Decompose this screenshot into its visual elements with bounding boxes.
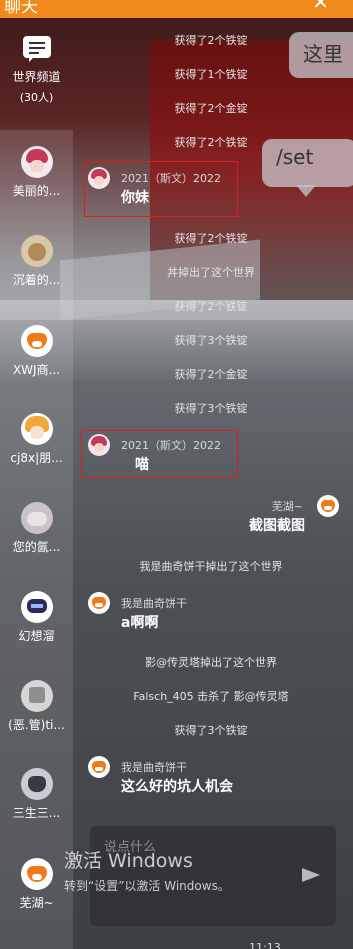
message-username: 芜湖~	[271, 500, 303, 513]
avatar	[88, 434, 110, 456]
system-message: 获得了2个铁锭	[174, 300, 248, 313]
system-message: 获得了1个铁锭	[174, 68, 248, 81]
channel-name: XWJ商...	[12, 363, 61, 377]
system-message: 获得了2个铁锭	[174, 136, 248, 149]
system-message: 获得了2个金锭	[174, 102, 248, 115]
channel-name: (恶.管)ti...	[8, 718, 65, 732]
header-bar: 聊天 ✕	[0, 0, 353, 18]
page-title: 聊天	[4, 0, 38, 17]
system-message: 丼掉出了这个世界	[167, 266, 255, 279]
channel-name: 三生三...	[12, 806, 61, 820]
channel-name: 芜湖~	[19, 896, 54, 910]
system-message: Falsch_405 击杀了 影@传灵塔	[133, 690, 289, 703]
avatar	[88, 592, 110, 614]
avatar	[88, 756, 110, 778]
channel-item[interactable]: XWJ商...	[0, 325, 73, 378]
channel-item[interactable]: 芜湖~	[0, 858, 73, 911]
send-icon[interactable]	[302, 868, 320, 882]
avatar	[20, 768, 53, 800]
message-text: 这么好的坑人机会	[121, 779, 233, 795]
clock: 11:13	[249, 941, 281, 949]
channel-name: cj8x|朋...	[10, 451, 63, 465]
avatar	[20, 235, 53, 267]
message-text: 喵	[135, 457, 149, 473]
close-icon[interactable]: ✕	[312, 0, 329, 14]
avatar	[20, 325, 53, 357]
system-message: 获得了2个铁锭	[174, 232, 248, 245]
system-message: 影@传灵塔掉出了这个世界	[145, 656, 277, 669]
channel-name: 世界频道	[12, 70, 61, 84]
watermark-subtitle: 转到“设置”以激活 Windows。	[64, 879, 230, 893]
system-message: 我是曲奇饼干掉出了这个世界	[139, 560, 283, 573]
message-username: 我是曲奇饼干	[121, 597, 187, 610]
channel-item[interactable]: cj8x|朋...	[0, 413, 73, 466]
system-message: 获得了3个铁锭	[174, 334, 248, 347]
system-message: 获得了3个铁锭	[174, 724, 248, 737]
message-username: 2021（斯文）2022	[121, 439, 221, 452]
channel-sidebar: 世界频道 (30人) 美丽的... 沉着的... XWJ商... cj8x|朋.…	[0, 18, 73, 949]
channel-item[interactable]: 三生三...	[0, 768, 73, 821]
channel-item[interactable]: 您的氤...	[0, 502, 73, 555]
avatar	[20, 591, 53, 623]
avatar	[317, 495, 339, 517]
avatar	[88, 167, 110, 189]
system-message: 获得了3个铁锭	[174, 402, 248, 415]
chat-bubble-icon	[21, 34, 53, 64]
system-message: 获得了2个金锭	[174, 368, 248, 381]
avatar	[20, 502, 53, 534]
channel-item[interactable]: (恶.管)ti...	[0, 680, 73, 733]
avatar	[20, 146, 53, 178]
avatar	[20, 413, 53, 445]
channel-item[interactable]: 幻想溜	[0, 591, 73, 644]
watermark-title: 激活 Windows	[64, 850, 193, 872]
avatar	[20, 680, 53, 712]
chat-message-own: 芜湖~ 截图截图	[139, 495, 339, 535]
system-message: 获得了2个铁锭	[174, 34, 248, 47]
channel-name: 美丽的...	[12, 184, 61, 198]
channel-name: 幻想溜	[18, 629, 55, 643]
channel-name: 您的氤...	[12, 540, 61, 554]
message-username: 我是曲奇饼干	[121, 761, 187, 774]
channel-item[interactable]: 美丽的...	[0, 146, 73, 199]
channel-item[interactable]: 沉着的...	[0, 235, 73, 288]
channel-count: (30人)	[19, 91, 54, 104]
channel-name: 沉着的...	[12, 273, 61, 287]
message-text: 截图截图	[249, 518, 305, 534]
avatar	[20, 858, 53, 890]
windows-activation-watermark: 激活 Windows 转到“设置”以激活 Windows。	[64, 846, 230, 894]
message-username: 2021（斯文）2022	[121, 172, 221, 185]
message-text: a啊啊	[121, 615, 159, 631]
channel-world[interactable]: 世界频道 (30人)	[0, 34, 73, 105]
message-text: 你妹	[121, 190, 149, 206]
